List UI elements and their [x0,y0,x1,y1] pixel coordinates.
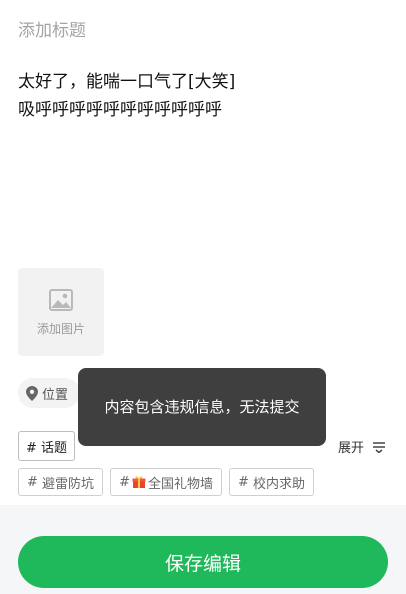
hash-symbol: # [237,474,249,490]
tag-item[interactable]: # 全国礼物墙 [110,468,222,496]
tag-item[interactable]: # 校内求助 [228,468,315,496]
image-icon [49,288,73,311]
expand-button[interactable]: 展开 [338,437,386,456]
hash-symbol: # [119,474,130,490]
location-pin-icon [26,385,38,401]
gift-icon [132,476,146,488]
location-label: 位置 [42,387,69,403]
toast-message: 内容包含违规信息，无法提交 [104,398,300,416]
post-body[interactable]: 太好了，能喘一口气了[大笑] 吸呼呼呼呼呼呼呼呼呼呼呼 [18,68,388,124]
filter-lines-icon [373,441,385,453]
save-edit-button[interactable]: 保存编辑 [18,536,388,588]
body-line-2: 吸呼呼呼呼呼呼呼呼呼呼呼 [18,100,222,120]
tag-label: 校内求助 [253,476,306,492]
hash-symbol: # [27,474,38,490]
body-line-1: 太好了，能喘一口气了[大笑] [18,72,236,92]
error-toast: 内容包含违规信息，无法提交 [78,368,326,446]
add-image-label: 添加图片 [36,321,85,336]
topic-button[interactable]: # 话题 [18,431,75,461]
tag-label: 全国礼物墙 [147,476,213,492]
tag-item[interactable]: # 避雷防坑 [18,468,104,496]
add-image-button[interactable]: 添加图片 [18,268,104,356]
location-chip[interactable]: 位置 [18,378,81,408]
expand-label: 展开 [337,441,364,456]
tag-label: 避雷防坑 [42,476,95,492]
title-placeholder[interactable]: 添加标题 [18,16,86,41]
topic-tags: # 避雷防坑 # 全国礼物墙 # 校内求助 [18,468,315,496]
